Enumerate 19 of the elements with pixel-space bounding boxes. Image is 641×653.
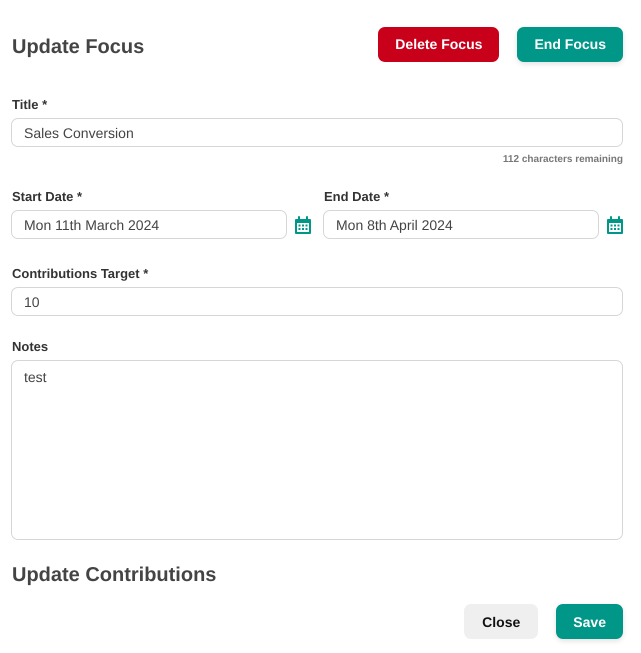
field-label: Title * bbox=[12, 97, 48, 112]
field-label: Notes bbox=[12, 339, 50, 354]
header-button[interactable]: Delete Focus bbox=[378, 26, 500, 62]
footer-button[interactable]: Close bbox=[464, 604, 538, 639]
field-label: Contributions Target * bbox=[12, 266, 150, 281]
footer-button[interactable]: Save bbox=[556, 604, 623, 639]
calendar-icon[interactable] bbox=[295, 216, 311, 234]
section-heading: Update Contributions bbox=[12, 564, 218, 587]
date-input[interactable]: Mon 8th April 2024 bbox=[323, 210, 599, 239]
calendar-icon[interactable] bbox=[607, 216, 623, 234]
page-heading: Update Focus bbox=[12, 34, 144, 58]
characters-remaining: 112 characters remaining bbox=[502, 154, 623, 165]
title-input[interactable]: Sales Conversion bbox=[11, 118, 623, 147]
date-input[interactable]: Mon 11th March 2024 bbox=[11, 210, 287, 239]
header-button[interactable]: End Focus bbox=[517, 26, 623, 62]
notes-textarea[interactable]: test bbox=[11, 360, 623, 540]
field-label: Start Date * bbox=[12, 189, 84, 204]
target-input[interactable]: 10 bbox=[11, 287, 623, 316]
field-label: End Date * bbox=[324, 189, 390, 204]
